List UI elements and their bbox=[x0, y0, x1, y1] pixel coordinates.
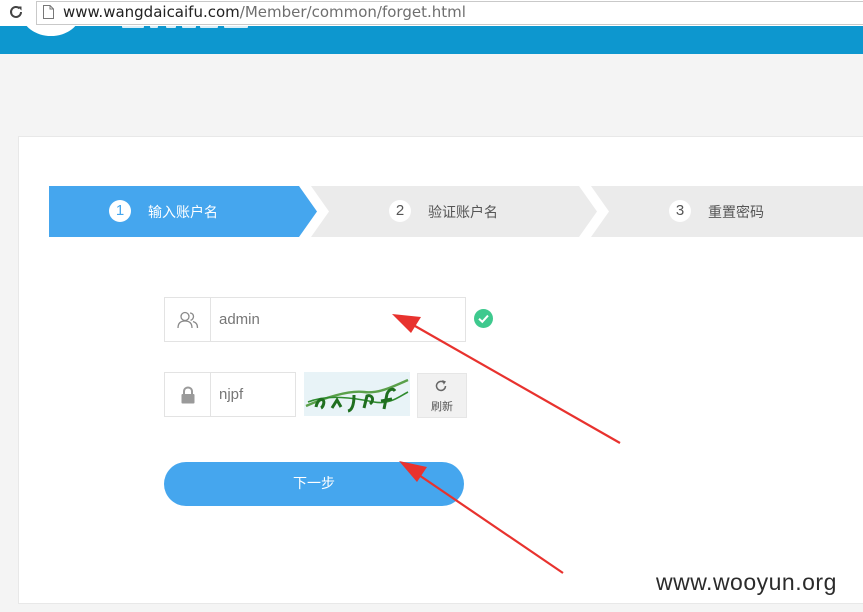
annotation-arrow-1 bbox=[392, 314, 621, 444]
watermark: www.wooyun.org bbox=[656, 569, 837, 595]
annotation-arrows bbox=[392, 314, 621, 574]
annotation-arrow-2 bbox=[399, 461, 564, 574]
